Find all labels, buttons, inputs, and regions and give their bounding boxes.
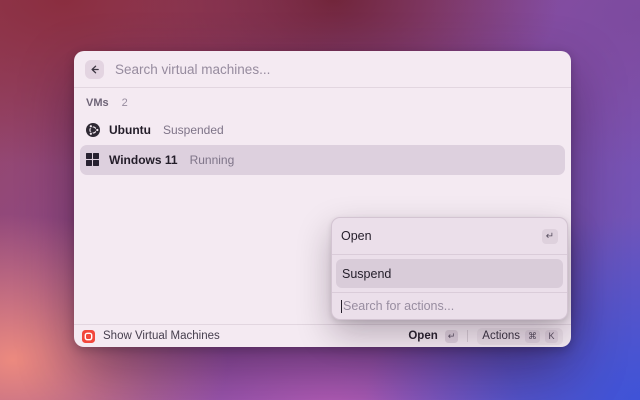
return-key-icon: ↵	[542, 229, 558, 244]
search-input[interactable]	[115, 62, 560, 77]
actions-popup: Open ↵ Suspend	[331, 217, 568, 320]
vm-name: Windows 11	[109, 153, 178, 167]
section-header: VMs 2	[80, 92, 565, 115]
vm-status: Suspended	[163, 123, 224, 137]
status-bar-actions: Open ↵ Actions ⌘ K	[408, 328, 563, 345]
actions-button-label: Actions	[482, 330, 520, 342]
actions-search[interactable]	[332, 293, 567, 319]
action-label: Suspend	[342, 267, 391, 281]
arrow-left-icon	[89, 64, 100, 75]
vm-app-icon	[82, 330, 95, 343]
back-button[interactable]	[85, 60, 104, 79]
list-item-windows-11[interactable]: Windows 11 Running	[80, 145, 565, 175]
status-bar-title: Show Virtual Machines	[103, 330, 220, 342]
primary-action-button[interactable]: Open	[408, 330, 437, 342]
vm-name: Ubuntu	[109, 123, 151, 137]
command-key-icon: ⌘	[525, 330, 540, 343]
section-count: 2	[122, 97, 128, 109]
launcher-window: VMs 2 Ubuntu Susp	[74, 51, 571, 347]
actions-search-input[interactable]	[343, 299, 558, 313]
k-key-icon: K	[545, 330, 558, 343]
action-label: Open	[341, 229, 372, 243]
desktop-background: VMs 2 Ubuntu Susp	[0, 0, 640, 400]
action-item-open[interactable]: Open ↵	[332, 218, 567, 254]
ubuntu-icon	[86, 123, 100, 137]
list-item-ubuntu[interactable]: Ubuntu Suspended	[80, 115, 565, 145]
section-label: VMs	[86, 97, 109, 109]
action-item-suspend[interactable]: Suspend	[336, 259, 563, 288]
search-bar	[74, 51, 571, 88]
windows-icon	[86, 153, 100, 167]
divider	[332, 254, 567, 255]
text-cursor	[341, 300, 342, 313]
status-bar: Show Virtual Machines Open ↵ Actions ⌘ K	[74, 324, 571, 347]
divider	[467, 330, 468, 342]
vm-status: Running	[190, 153, 235, 167]
return-key-icon: ↵	[445, 330, 459, 343]
actions-button[interactable]: Actions ⌘ K	[477, 328, 563, 345]
